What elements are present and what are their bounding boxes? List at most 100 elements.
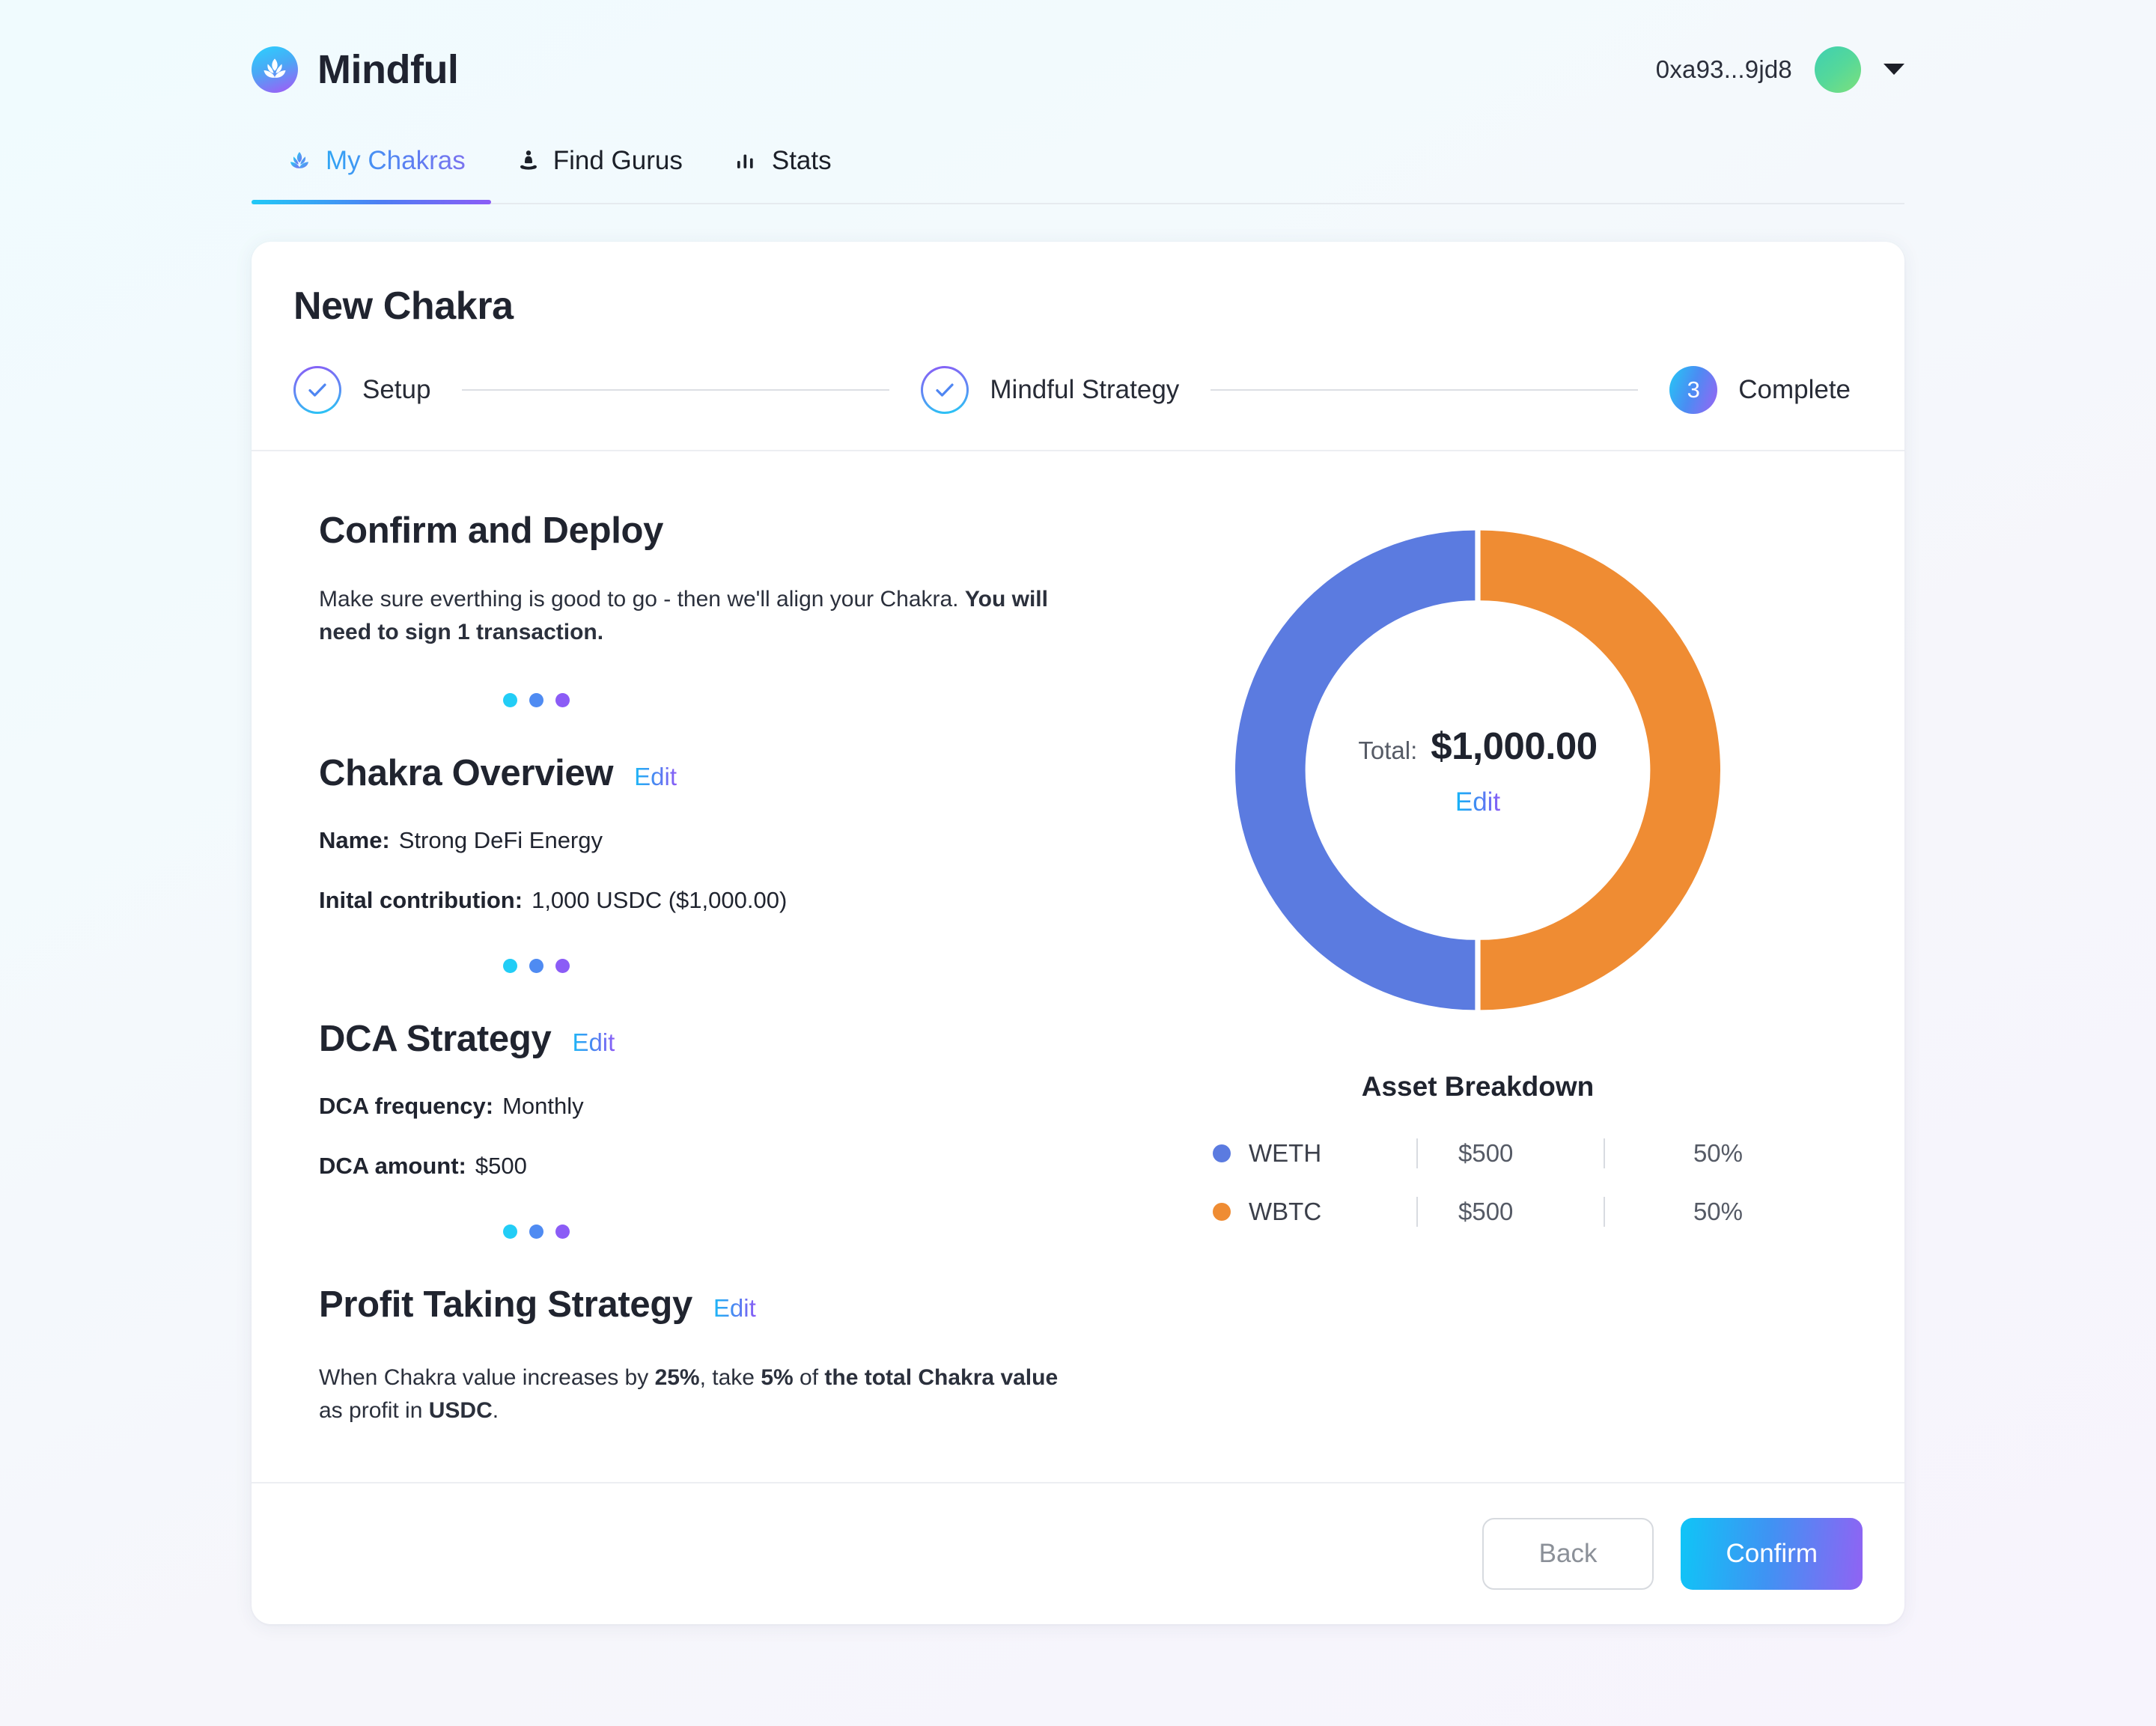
legend-asset-name: WBTC bbox=[1249, 1198, 1322, 1225]
profit-text-5: . bbox=[492, 1398, 499, 1424]
tab-find-gurus[interactable]: Find Gurus bbox=[491, 138, 708, 203]
summary-column: Confirm and Deploy Make sure everthing i… bbox=[293, 493, 1063, 1428]
separator-dot bbox=[502, 959, 517, 973]
lotus-icon bbox=[286, 147, 313, 174]
field-label: DCA amount: bbox=[319, 1153, 466, 1179]
step-setup[interactable]: Setup bbox=[293, 366, 430, 414]
active-tab-indicator bbox=[252, 200, 491, 204]
dca-strategy-header: DCA Strategy Edit bbox=[319, 1018, 1063, 1060]
legend-color-dot-wbtc bbox=[1213, 1203, 1231, 1221]
step-label: Complete bbox=[1738, 375, 1851, 404]
step-marker-check-icon bbox=[293, 366, 341, 414]
bar-chart-icon bbox=[734, 148, 759, 174]
legend-asset-name: WETH bbox=[1249, 1139, 1322, 1167]
lead-text: Make sure everthing is good to go - then… bbox=[319, 587, 965, 612]
separator-dot bbox=[502, 693, 517, 707]
separator-dot bbox=[555, 1225, 570, 1239]
step-marker-number: 3 bbox=[1669, 366, 1718, 414]
profit-bold-token: USDC bbox=[428, 1398, 493, 1424]
step-mindful-strategy[interactable]: Mindful Strategy bbox=[921, 366, 1179, 414]
edit-total-link[interactable]: Edit bbox=[1455, 787, 1500, 817]
field-label: Name: bbox=[319, 827, 390, 853]
separator-dot bbox=[502, 1225, 517, 1239]
asset-breakdown-title: Asset Breakdown bbox=[1361, 1071, 1595, 1102]
page-title: New Chakra bbox=[293, 284, 514, 328]
account-menu[interactable]: 0xa93...9jd8 bbox=[1656, 46, 1904, 93]
legend-row-weth[interactable]: WETH $500 50% bbox=[1213, 1138, 1743, 1168]
profit-taking-strategy-header: Profit Taking Strategy Edit bbox=[319, 1284, 1063, 1326]
edit-chakra-overview-link[interactable]: Edit bbox=[634, 763, 677, 791]
section-title-profit-taking-strategy: Profit Taking Strategy bbox=[319, 1284, 692, 1325]
legend-asset-value: $500 bbox=[1458, 1139, 1514, 1167]
field-value: $500 bbox=[475, 1153, 527, 1179]
tab-label: Stats bbox=[771, 146, 832, 175]
profit-bold-threshold: 25% bbox=[654, 1365, 700, 1390]
asset-breakdown-column: Total: $1,000.00 Edit Asset Breakdown WE… bbox=[1093, 493, 1863, 1428]
tab-label: Find Gurus bbox=[552, 146, 683, 175]
step-marker-check-icon bbox=[921, 366, 969, 414]
tab-stats[interactable]: Stats bbox=[708, 138, 857, 203]
step-connector bbox=[462, 389, 890, 391]
legend-divider bbox=[1416, 1138, 1418, 1168]
section-heading-confirm-deploy: Confirm and Deploy bbox=[319, 510, 664, 551]
field-value: Strong DeFi Energy bbox=[398, 827, 603, 853]
brand-logo[interactable]: Mindful bbox=[252, 46, 459, 93]
overview-row-name: Name: Strong DeFi Energy bbox=[319, 827, 1063, 854]
legend-row-wbtc[interactable]: WBTC $500 50% bbox=[1213, 1197, 1743, 1227]
profit-text-1: When Chakra value increases by bbox=[319, 1365, 655, 1390]
donut-center-content: Total: $1,000.00 Edit bbox=[1208, 501, 1747, 1040]
wizard-stepper: Setup Mindful Strategy 3 Complete bbox=[293, 366, 1863, 414]
wallet-address: 0xa93...9jd8 bbox=[1655, 55, 1792, 83]
avatar bbox=[1815, 46, 1861, 93]
chakra-overview-header: Chakra Overview Edit bbox=[319, 752, 1063, 794]
legend-divider bbox=[1604, 1197, 1605, 1227]
profit-bold-take: 5% bbox=[761, 1365, 794, 1390]
dca-row-amount: DCA amount: $500 bbox=[319, 1153, 1063, 1180]
legend-divider bbox=[1604, 1138, 1605, 1168]
profit-text-2: , take bbox=[699, 1365, 761, 1390]
separator-dot bbox=[555, 959, 570, 973]
field-value: 1,000 USDC ($1,000.00) bbox=[532, 887, 788, 913]
legend-color-dot-weth bbox=[1213, 1144, 1231, 1162]
step-label: Setup bbox=[362, 375, 431, 404]
separator-dot bbox=[529, 959, 543, 973]
dca-row-frequency: DCA frequency: Monthly bbox=[319, 1093, 1063, 1120]
section-separator-dots bbox=[319, 693, 753, 707]
chevron-down-icon[interactable] bbox=[1884, 64, 1904, 75]
profit-text-3: of bbox=[793, 1365, 825, 1390]
edit-profit-taking-link[interactable]: Edit bbox=[713, 1294, 756, 1323]
separator-dot bbox=[555, 693, 570, 707]
legend-asset-value: $500 bbox=[1458, 1198, 1514, 1225]
field-value: Monthly bbox=[502, 1093, 584, 1119]
back-button[interactable]: Back bbox=[1482, 1517, 1654, 1590]
separator-dot bbox=[529, 693, 543, 707]
profit-taking-description: When Chakra value increases by 25%, take… bbox=[319, 1361, 1063, 1428]
step-complete[interactable]: 3 Complete bbox=[1669, 366, 1851, 414]
donut-total-value: $1,000.00 bbox=[1431, 724, 1598, 767]
legend-asset-percent: 50% bbox=[1693, 1139, 1743, 1167]
step-label: Mindful Strategy bbox=[990, 375, 1180, 404]
section-separator-dots bbox=[319, 1225, 753, 1239]
overview-row-initial-contribution: Inital contribution: 1,000 USDC ($1,000.0… bbox=[319, 887, 1063, 914]
card-footer: Back Confirm bbox=[252, 1481, 1904, 1624]
card-body: Confirm and Deploy Make sure everthing i… bbox=[252, 451, 1904, 1482]
main-nav-tabs: My Chakras Find Gurus Stats bbox=[252, 138, 1904, 204]
tab-label: My Chakras bbox=[326, 146, 466, 175]
profit-text-4: as profit in bbox=[319, 1398, 429, 1424]
edit-dca-strategy-link[interactable]: Edit bbox=[572, 1028, 615, 1057]
app-header: Mindful 0xa93...9jd8 bbox=[0, 0, 2156, 138]
card-header: New Chakra Setup Mindful Strategy 3 Comp… bbox=[252, 242, 1904, 450]
section-separator-dots bbox=[319, 959, 753, 973]
donut-total-label: Total: bbox=[1358, 736, 1418, 764]
field-label: Inital contribution: bbox=[319, 887, 523, 913]
field-label: DCA frequency: bbox=[319, 1093, 494, 1119]
donut-total-row: Total: $1,000.00 bbox=[1358, 724, 1598, 768]
step-connector bbox=[1211, 389, 1639, 391]
profit-bold-basis: the total Chakra value bbox=[824, 1365, 1059, 1390]
tab-my-chakras[interactable]: My Chakras bbox=[252, 138, 491, 204]
separator-dot bbox=[529, 1225, 543, 1239]
new-chakra-card: New Chakra Setup Mindful Strategy 3 Comp… bbox=[252, 242, 1904, 1624]
confirm-button[interactable]: Confirm bbox=[1681, 1517, 1863, 1590]
section-title-chakra-overview: Chakra Overview bbox=[319, 753, 614, 793]
meditating-person-icon bbox=[517, 148, 540, 174]
